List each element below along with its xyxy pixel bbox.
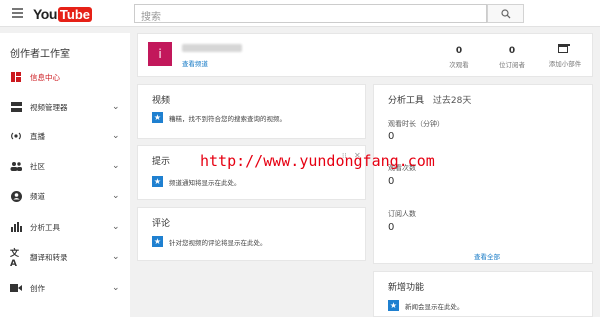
avatar-letter: i	[158, 47, 162, 61]
sidebar-item-dashboard[interactable]: 信息中心	[0, 66, 130, 88]
subscribers-metric-label: 订阅人数	[388, 210, 416, 218]
info-star-icon: ★	[388, 300, 399, 311]
community-icon	[10, 160, 22, 172]
chevron-down-icon[interactable]: ⌄	[112, 131, 120, 141]
analytics-card: 分析工具 过去28天 观看时长（分钟） 0 观看次数 0 订阅人数 0 查看全部	[373, 84, 593, 264]
subscribers-count: 0	[508, 46, 516, 56]
sidebar-item-create[interactable]: 创作 ⌄	[0, 277, 130, 299]
subscribers-metric-value: 0	[388, 222, 395, 233]
sidebar-item-analytics[interactable]: 分析工具 ⌄	[0, 216, 130, 238]
sidebar-item-label: 翻译和转录	[30, 252, 68, 262]
tips-note: ★ 频道通知将显示在此处。	[152, 176, 241, 187]
chevron-down-icon[interactable]: ⌄	[112, 191, 120, 201]
analytics-title: 分析工具 过去28天	[388, 93, 471, 106]
watermark-text: http://www.yundongfang.com	[200, 152, 435, 170]
comments-note-text: 针对您视频的评论将显示在此处。	[169, 238, 267, 247]
add-widget-icon	[558, 44, 570, 53]
sidebar-item-label: 分析工具	[30, 222, 60, 232]
sidebar-item-live[interactable]: 直播 ⌄	[0, 125, 130, 147]
search-input[interactable]: 搜索	[134, 4, 487, 23]
view-channel-link[interactable]: 查看频道	[182, 58, 208, 68]
sidebar-item-label: 信息中心	[30, 72, 60, 82]
search-icon	[501, 9, 511, 19]
whats-new-card: 新增功能 ★ 新闻会显示在此处。	[373, 271, 593, 317]
watch-time-value: 0	[388, 131, 395, 142]
info-star-icon: ★	[152, 176, 163, 187]
avatar[interactable]: i	[148, 42, 172, 66]
comments-title: 评论	[152, 219, 171, 229]
search-button[interactable]	[487, 4, 524, 23]
analytics-title-text: 分析工具	[388, 96, 425, 106]
comments-card: 评论 ★ 针对您视频的评论将显示在此处。	[137, 207, 366, 261]
whats-new-note-text: 新闻会显示在此处。	[405, 302, 464, 311]
add-widget-label: 添加小部件	[548, 60, 582, 68]
sidebar-item-label: 社区	[30, 161, 45, 171]
translate-icon: 文A	[10, 248, 20, 269]
sidebar-item-channel[interactable]: 频道 ⌄	[0, 185, 130, 207]
analytics-icon	[10, 221, 22, 233]
watch-time-label: 观看时长（分钟）	[388, 120, 444, 128]
sidebar-item-label: 直播	[30, 131, 45, 141]
add-widget-button[interactable]: 添加小部件	[538, 42, 592, 72]
videos-note-text: 糟糕，找不到符合您的搜索查询的视频。	[169, 114, 286, 123]
view-all-link[interactable]: 查看全部	[474, 251, 500, 261]
whats-new-title: 新增功能	[388, 283, 425, 293]
views-metric-value: 0	[388, 176, 395, 187]
tips-title: 提示	[152, 157, 171, 167]
channel-name-blurred	[182, 44, 242, 52]
channel-icon	[10, 190, 22, 202]
sidebar-item-community[interactable]: 社区 ⌄	[0, 155, 130, 177]
info-star-icon: ★	[152, 112, 163, 123]
subscribers-label: 位订阅者	[499, 61, 525, 69]
sidebar-item-video-manager[interactable]: 视频管理器 ⌄	[0, 96, 130, 118]
logo-you-text: You	[33, 6, 57, 22]
channel-header: i 查看频道 0 次观看 0 位订阅者 添加小部件	[137, 33, 593, 77]
create-icon	[10, 282, 22, 294]
menu-icon[interactable]	[12, 8, 23, 18]
youtube-logo[interactable]: You Tube	[33, 6, 92, 22]
chevron-down-icon[interactable]: ⌄	[112, 161, 120, 171]
studio-title: 创作者工作室	[10, 49, 70, 60]
views-label: 次观看	[449, 61, 469, 69]
tips-note-text: 频道通知将显示在此处。	[169, 178, 241, 187]
chevron-down-icon[interactable]: ⌄	[112, 102, 120, 112]
sidebar-item-label: 频道	[30, 191, 45, 201]
whats-new-note: ★ 新闻会显示在此处。	[388, 300, 464, 311]
sidebar-item-translations[interactable]: 文A 翻译和转录 ⌄	[0, 246, 130, 269]
info-star-icon: ★	[152, 236, 163, 247]
comments-note: ★ 针对您视频的评论将显示在此处。	[152, 236, 267, 247]
sidebar-item-label: 创作	[30, 283, 45, 293]
chevron-down-icon[interactable]: ⌄	[112, 252, 120, 262]
sidebar: 创作者工作室 信息中心 视频管理器 ⌄ 直播 ⌄ 社区 ⌄ 频道 ⌄ 分析工具 …	[0, 33, 130, 317]
videos-note: ★ 糟糕，找不到符合您的搜索查询的视频。	[152, 112, 286, 123]
video-manager-icon	[10, 101, 22, 113]
sidebar-item-label: 视频管理器	[30, 102, 68, 112]
views-count: 0	[455, 46, 463, 56]
videos-title: 视频	[152, 96, 171, 106]
videos-card: 视频 ★ 糟糕，找不到符合您的搜索查询的视频。	[137, 84, 366, 139]
analytics-period: 过去28天	[432, 96, 472, 106]
chevron-down-icon[interactable]: ⌄	[112, 222, 120, 232]
dashboard-icon	[10, 71, 22, 83]
masthead: You Tube 搜索	[0, 0, 600, 27]
logo-tube-text: Tube	[57, 6, 92, 22]
chevron-down-icon[interactable]: ⌄	[112, 283, 120, 293]
live-icon	[10, 130, 22, 142]
